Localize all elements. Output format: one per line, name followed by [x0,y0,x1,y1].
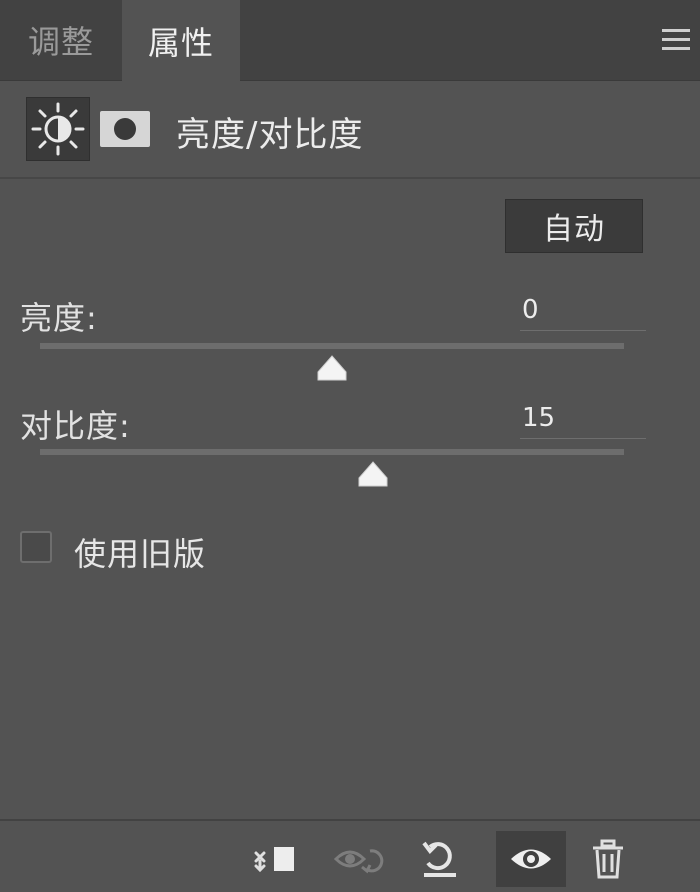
tab-adjustments[interactable]: 调整 [0,0,122,80]
layer-mask-icon[interactable] [100,111,150,147]
tab-bar: 调整 属性 [0,0,700,81]
delete-button[interactable] [578,831,638,887]
contrast-value-input[interactable]: 15 [520,401,646,439]
clip-to-layer-icon [254,847,294,873]
panel-title: 亮度/对比度 [176,115,364,155]
trash-icon [593,839,623,879]
tab-properties[interactable]: 属性 [122,0,240,81]
adjustment-header: 亮度/对比度 [0,81,700,179]
brightness-label: 亮度: [20,299,98,337]
contrast-slider-track[interactable] [40,449,624,455]
brightness-value-input[interactable]: 0 [520,293,646,331]
toggle-visibility-button[interactable] [496,831,566,887]
clip-to-layer-button[interactable] [244,831,304,887]
adjustment-body: 自动 亮度: 0 对比度: 15 使用旧版 [0,179,700,819]
view-previous-state-icon [333,849,384,874]
reset-button[interactable] [410,831,470,887]
use-legacy-checkbox[interactable] [20,531,52,563]
brightness-contrast-icon[interactable] [26,97,90,161]
brightness-slider-track[interactable] [40,343,624,349]
bottom-toolbar [0,819,700,892]
brightness-slider-thumb[interactable] [315,354,349,382]
visibility-eye-icon [511,849,551,869]
contrast-slider-thumb[interactable] [356,460,390,488]
properties-panel: 调整 属性 亮度/对比度 自动 亮度: 0 对比度: 15 使用旧版 [0,0,700,892]
view-previous-state-button[interactable] [328,831,388,887]
panel-menu-icon[interactable] [662,29,690,51]
auto-button[interactable]: 自动 [505,199,643,253]
contrast-label: 对比度: [20,407,131,445]
use-legacy-label: 使用旧版 [74,535,207,573]
reset-icon [422,841,456,877]
